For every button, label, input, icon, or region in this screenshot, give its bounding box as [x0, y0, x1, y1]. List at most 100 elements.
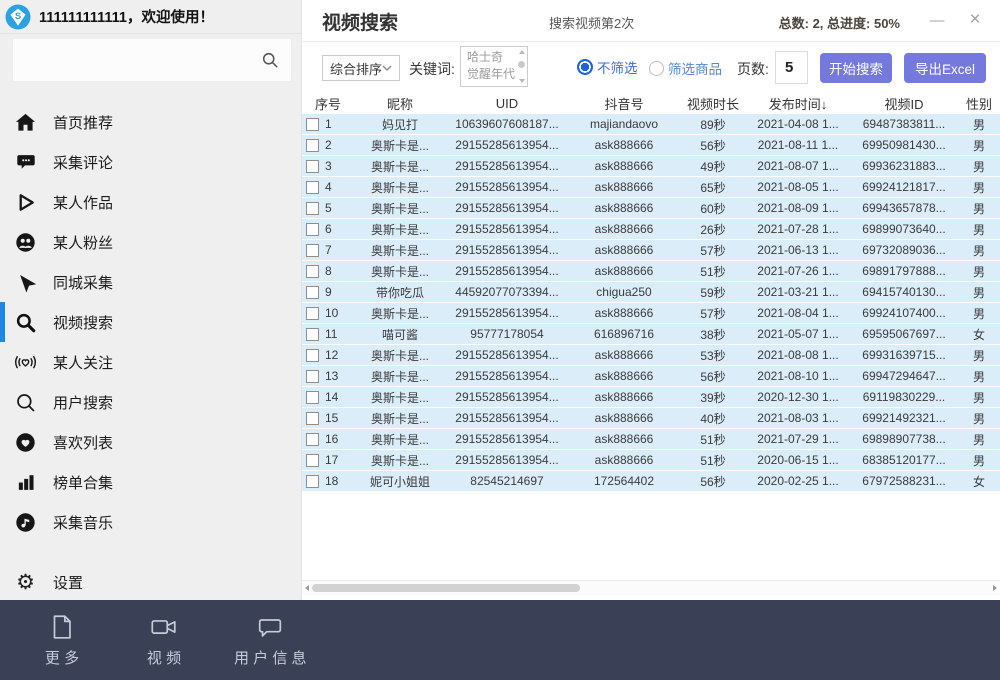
cell-vid: 69943657878... — [850, 198, 958, 219]
table-row[interactable]: 18妮可小姐姐8254521469717256440256秒2020-02-25… — [302, 471, 1000, 492]
column-header[interactable]: 视频ID — [850, 92, 958, 114]
sidebar-item-video-search[interactable]: 视频搜索 — [0, 302, 301, 342]
bottombar-item-video[interactable]: 视 频 — [132, 612, 196, 668]
sidebar-item-home[interactable]: 首页推荐 — [0, 102, 301, 142]
table-row[interactable]: 4奥斯卡是...29155285613954...ask88866665秒202… — [302, 177, 1000, 198]
filter-radio-no-filter[interactable]: 不筛选 — [577, 57, 638, 77]
table-row[interactable]: 2奥斯卡是...29155285613954...ask88866656秒202… — [302, 135, 1000, 156]
cell-douyin: ask888666 — [568, 450, 680, 471]
row-checkbox[interactable] — [306, 391, 319, 404]
row-checkbox[interactable] — [306, 265, 319, 278]
table-row[interactable]: 12奥斯卡是...29155285613954...ask88866653秒20… — [302, 345, 1000, 366]
sidebar-item-user-follows[interactable]: 某人关注 — [0, 342, 301, 382]
row-checkbox[interactable] — [306, 433, 319, 446]
fans-icon — [13, 230, 38, 255]
row-checkbox[interactable] — [306, 307, 319, 320]
sidebar-item-city-collect[interactable]: 同城采集 — [0, 262, 301, 302]
cell-nick: 奥斯卡是... — [354, 366, 446, 387]
table-row[interactable]: 1妈见打10639607608187...majiandaovo89秒2021-… — [302, 114, 1000, 135]
row-checkbox[interactable] — [306, 244, 319, 257]
table-row[interactable]: 10奥斯卡是...29155285613954...ask88866657秒20… — [302, 303, 1000, 324]
column-header[interactable]: 昵称 — [354, 92, 446, 114]
minimize-button[interactable]: — — [924, 8, 950, 32]
bottombar-item-label: 视 频 — [147, 647, 181, 668]
export-excel-button[interactable]: 导出Excel — [904, 53, 986, 83]
sort-order-select[interactable]: 综合排序 — [322, 55, 400, 81]
row-checkbox[interactable] — [306, 286, 319, 299]
table-row[interactable]: 7奥斯卡是...29155285613954...ask88866657秒202… — [302, 240, 1000, 261]
close-button[interactable]: × — [962, 8, 988, 32]
table-row[interactable]: 11喵可酱9577717805461689671638秒2021-05-07 1… — [302, 324, 1000, 345]
column-header[interactable]: 性别 — [958, 92, 1000, 114]
table-row[interactable]: 9带你吃瓜44592077073394...chigua25059秒2021-0… — [302, 282, 1000, 303]
table-row[interactable]: 13奥斯卡是...29155285613954...ask88866656秒20… — [302, 366, 1000, 387]
cell-gender: 男 — [958, 282, 1000, 303]
cell-douyin: ask888666 — [568, 387, 680, 408]
cell-vid: 68385120177... — [850, 450, 958, 471]
table-row[interactable]: 17奥斯卡是...29155285613954...ask88866651秒20… — [302, 450, 1000, 471]
file-icon — [47, 612, 77, 642]
textarea-scrollbar[interactable] — [517, 49, 526, 84]
row-checkbox[interactable] — [306, 412, 319, 425]
horizontal-scrollbar[interactable] — [302, 580, 1000, 595]
column-header[interactable]: 发布时间↓ — [746, 92, 850, 114]
sidebar-search-input[interactable] — [13, 39, 291, 81]
table-row[interactable]: 5奥斯卡是...29155285613954...ask88866660秒202… — [302, 198, 1000, 219]
filter-radio-goods[interactable]: 筛选商品 — [649, 58, 722, 78]
row-checkbox[interactable] — [306, 181, 319, 194]
sidebar-item-user-fans[interactable]: 某人粉丝 — [0, 222, 301, 262]
cell-nick: 奥斯卡是... — [354, 240, 446, 261]
row-index: 6 — [325, 222, 332, 236]
cell-douyin: majiandaovo — [568, 114, 680, 135]
row-checkbox[interactable] — [306, 118, 319, 131]
cell-date: 2021-08-10 1... — [746, 366, 850, 387]
row-checkbox[interactable] — [306, 328, 319, 341]
cell-vid: 69487383811... — [850, 114, 958, 135]
comment-icon — [13, 150, 38, 175]
start-search-button[interactable]: 开始搜索 — [820, 53, 892, 83]
table-row[interactable]: 14奥斯卡是...29155285613954...ask88866639秒20… — [302, 387, 1000, 408]
sidebar-item-rank-collection[interactable]: 榜单合集 — [0, 462, 301, 502]
radio-unselected-icon — [649, 61, 664, 76]
table-row[interactable]: 16奥斯卡是...29155285613954...ask88866651秒20… — [302, 429, 1000, 450]
search-icon — [261, 51, 279, 69]
row-checkbox[interactable] — [306, 370, 319, 383]
sidebar-item-label: 喜欢列表 — [53, 432, 113, 453]
table-row[interactable]: 15奥斯卡是...29155285613954...ask88866640秒20… — [302, 408, 1000, 429]
scroll-left-arrow-icon[interactable] — [305, 585, 309, 591]
bottombar-item-more[interactable]: 更 多 — [30, 612, 94, 668]
row-checkbox[interactable] — [306, 475, 319, 488]
pages-input[interactable]: 5 — [775, 51, 808, 84]
cell-vid: 69921492321... — [850, 408, 958, 429]
keyword-textarea[interactable]: 哈士奇 觉醒年代 — [460, 46, 528, 87]
column-header[interactable]: 序号 — [302, 92, 354, 114]
bottombar-item-user-info[interactable]: 用 户 信 息 — [234, 612, 307, 668]
cell-uid: 29155285613954... — [446, 198, 568, 219]
table-row[interactable]: 8奥斯卡是...29155285613954...ask88866651秒202… — [302, 261, 1000, 282]
sidebar-item-collect-music[interactable]: 采集音乐 — [0, 502, 301, 542]
sidebar-item-user-works[interactable]: 某人作品 — [0, 182, 301, 222]
sidebar-item-settings[interactable]: ⚙设置 — [0, 562, 301, 602]
scrollbar-thumb[interactable] — [312, 584, 580, 592]
column-header[interactable]: 视频时长 — [680, 92, 746, 114]
cell-uid: 29155285613954... — [446, 177, 568, 198]
sidebar-item-collect-comments[interactable]: 采集评论 — [0, 142, 301, 182]
cell-gender: 男 — [958, 135, 1000, 156]
cell-date: 2021-03-21 1... — [746, 282, 850, 303]
cell-gender: 男 — [958, 219, 1000, 240]
chat-icon — [255, 612, 285, 642]
cell-nick: 奥斯卡是... — [354, 450, 446, 471]
row-checkbox[interactable] — [306, 139, 319, 152]
row-checkbox[interactable] — [306, 454, 319, 467]
row-checkbox[interactable] — [306, 160, 319, 173]
table-row[interactable]: 6奥斯卡是...29155285613954...ask88866626秒202… — [302, 219, 1000, 240]
row-checkbox[interactable] — [306, 349, 319, 362]
column-header[interactable]: UID — [446, 92, 568, 114]
sidebar-item-user-search[interactable]: 用户搜索 — [0, 382, 301, 422]
row-checkbox[interactable] — [306, 202, 319, 215]
row-checkbox[interactable] — [306, 223, 319, 236]
column-header[interactable]: 抖音号 — [568, 92, 680, 114]
table-row[interactable]: 3奥斯卡是...29155285613954...ask88866649秒202… — [302, 156, 1000, 177]
sidebar-item-like-list[interactable]: 喜欢列表 — [0, 422, 301, 462]
scroll-right-arrow-icon[interactable] — [993, 585, 997, 591]
